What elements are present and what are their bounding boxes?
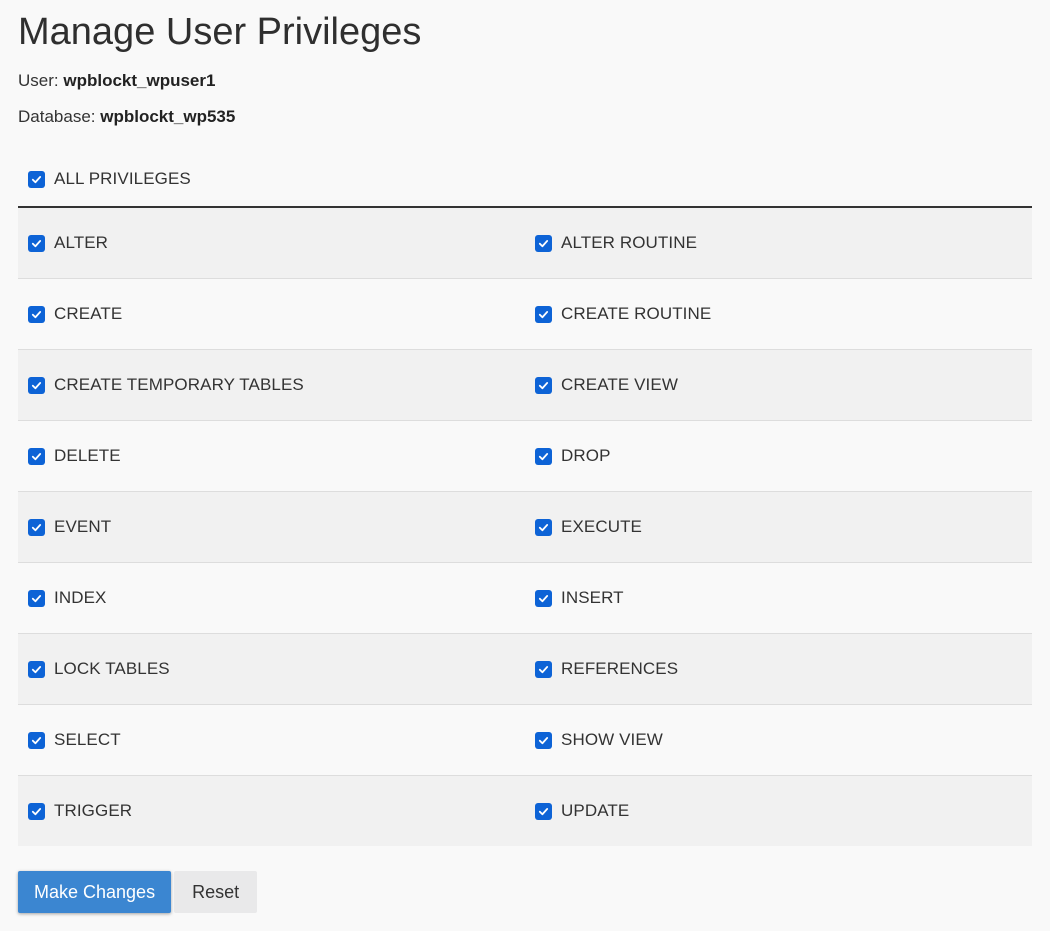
checkmark-icon — [31, 452, 42, 460]
privilege-label[interactable]: DELETE — [54, 446, 121, 466]
checkmark-icon — [31, 381, 42, 389]
privilege-label[interactable]: TRIGGER — [54, 801, 132, 821]
checkmark-icon — [31, 665, 42, 673]
privilege-checkbox-create[interactable] — [28, 305, 45, 323]
checkmark-icon — [538, 239, 549, 247]
checkmark-icon — [538, 665, 549, 673]
checkmark-icon — [31, 736, 42, 744]
checkmark-icon — [538, 736, 549, 744]
privilege-checkbox-alter[interactable] — [28, 234, 45, 252]
privilege-label[interactable]: CREATE VIEW — [561, 375, 678, 395]
privilege-checkbox-alter-routine[interactable] — [535, 234, 552, 252]
checkmark-icon — [31, 239, 42, 247]
privilege-label[interactable]: ALTER ROUTINE — [561, 233, 697, 253]
checkmark-icon — [538, 310, 549, 318]
privilege-checkbox-drop[interactable] — [535, 447, 552, 465]
checkmark-icon — [31, 310, 42, 318]
make-changes-button[interactable]: Make Changes — [18, 871, 172, 913]
privilege-item: DROP — [525, 421, 1032, 491]
privilege-checkbox-create-routine[interactable] — [535, 305, 552, 323]
privilege-item: CREATE VIEW — [525, 350, 1032, 420]
privilege-checkbox-lock-tables[interactable] — [28, 660, 45, 678]
privilege-label[interactable]: INSERT — [561, 588, 624, 608]
privilege-label[interactable]: REFERENCES — [561, 659, 678, 679]
manage-privileges-page: Manage User Privileges User: wpblockt_wp… — [0, 0, 1050, 913]
checkmark-icon — [31, 175, 42, 183]
privilege-checkbox-create-temporary-tables[interactable] — [28, 376, 45, 394]
checkmark-icon — [538, 807, 549, 815]
privilege-checkbox-trigger[interactable] — [28, 802, 45, 820]
privilege-checkbox-create-view[interactable] — [535, 376, 552, 394]
privilege-item: CREATE TEMPORARY TABLES — [18, 350, 525, 420]
privilege-row: INDEX INSERT — [18, 563, 1032, 634]
privilege-row: CREATE CREATE ROUTINE — [18, 279, 1032, 350]
privilege-item: UPDATE — [525, 776, 1032, 846]
privilege-checkbox-update[interactable] — [535, 802, 552, 820]
privilege-label[interactable]: EXECUTE — [561, 517, 642, 537]
privilege-label[interactable]: DROP — [561, 446, 611, 466]
privileges-grid: ALTER ALTER ROUTINE CREATE CREATE ROUTINE CR… — [18, 208, 1032, 846]
privilege-item: EXECUTE — [525, 492, 1032, 562]
reset-button[interactable]: Reset — [174, 871, 258, 913]
privilege-checkbox-delete[interactable] — [28, 447, 45, 465]
privilege-label[interactable]: INDEX — [54, 588, 106, 608]
privilege-label[interactable]: EVENT — [54, 517, 111, 537]
privilege-label[interactable]: SELECT — [54, 730, 121, 750]
privilege-label[interactable]: UPDATE — [561, 801, 629, 821]
privilege-row: SELECT SHOW VIEW — [18, 705, 1032, 776]
checkmark-icon — [538, 381, 549, 389]
privilege-row: EVENT EXECUTE — [18, 492, 1032, 563]
privilege-item: TRIGGER — [18, 776, 525, 846]
privilege-label[interactable]: CREATE TEMPORARY TABLES — [54, 375, 304, 395]
privilege-item: ALTER ROUTINE — [525, 208, 1032, 278]
privilege-label[interactable]: SHOW VIEW — [561, 730, 663, 750]
all-privileges-row: ALL PRIVILEGES — [18, 152, 1032, 208]
privilege-item: CREATE ROUTINE — [525, 279, 1032, 349]
privilege-item: EVENT — [18, 492, 525, 562]
checkmark-icon — [31, 594, 42, 602]
user-label: User: — [18, 71, 59, 90]
privilege-item: SHOW VIEW — [525, 705, 1032, 775]
checkmark-icon — [31, 523, 42, 531]
all-privileges-label[interactable]: ALL PRIVILEGES — [54, 169, 191, 189]
privilege-checkbox-index[interactable] — [28, 589, 45, 607]
user-value: wpblockt_wpuser1 — [63, 71, 216, 90]
privilege-checkbox-execute[interactable] — [535, 518, 552, 536]
privilege-checkbox-show-view[interactable] — [535, 731, 552, 749]
privilege-label[interactable]: CREATE ROUTINE — [561, 304, 711, 324]
privilege-row: DELETE DROP — [18, 421, 1032, 492]
database-label: Database: — [18, 107, 96, 126]
privilege-row: ALTER ALTER ROUTINE — [18, 208, 1032, 279]
checkmark-icon — [538, 594, 549, 602]
privilege-label[interactable]: ALTER — [54, 233, 108, 253]
privilege-label[interactable]: LOCK TABLES — [54, 659, 170, 679]
privilege-item: CREATE — [18, 279, 525, 349]
privilege-item: INDEX — [18, 563, 525, 633]
privilege-row: TRIGGER UPDATE — [18, 776, 1032, 846]
privilege-label[interactable]: CREATE — [54, 304, 122, 324]
page-title: Manage User Privileges — [18, 11, 422, 53]
checkmark-icon — [538, 523, 549, 531]
checkmark-icon — [31, 807, 42, 815]
privilege-row: CREATE TEMPORARY TABLES CREATE VIEW — [18, 350, 1032, 421]
privilege-row: LOCK TABLES REFERENCES — [18, 634, 1032, 705]
privilege-item: DELETE — [18, 421, 525, 491]
privilege-checkbox-references[interactable] — [535, 660, 552, 678]
privilege-item: ALTER — [18, 208, 525, 278]
privilege-checkbox-event[interactable] — [28, 518, 45, 536]
privilege-item: REFERENCES — [525, 634, 1032, 704]
database-info: Database: wpblockt_wp535 — [18, 106, 1032, 128]
privilege-checkbox-insert[interactable] — [535, 589, 552, 607]
privilege-item: LOCK TABLES — [18, 634, 525, 704]
privilege-item: INSERT — [525, 563, 1032, 633]
user-info: User: wpblockt_wpuser1 — [18, 70, 1032, 92]
all-privileges-checkbox[interactable] — [28, 170, 45, 188]
database-value: wpblockt_wp535 — [100, 107, 236, 126]
privilege-item: SELECT — [18, 705, 525, 775]
form-actions: Make Changes Reset — [18, 871, 1032, 913]
privilege-checkbox-select[interactable] — [28, 731, 45, 749]
checkmark-icon — [538, 452, 549, 460]
